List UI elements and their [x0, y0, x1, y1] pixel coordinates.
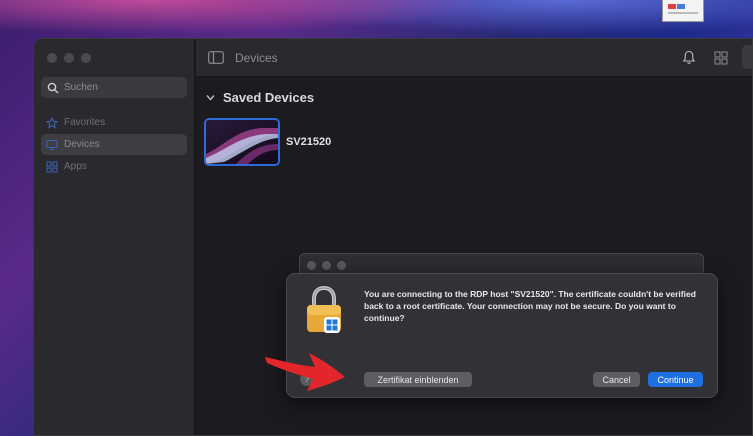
- sidebar-nav: Favorites Devices Apps: [41, 112, 187, 178]
- minimize-window-button[interactable]: [64, 53, 74, 63]
- toolbar: Devices: [196, 39, 752, 77]
- desktop-window-thumbnail[interactable]: [662, 0, 704, 22]
- search-field[interactable]: [41, 77, 187, 98]
- zoom-window-button[interactable]: [81, 53, 91, 63]
- window-control-dot: [307, 261, 316, 270]
- sidebar-item-label: Favorites: [64, 117, 106, 128]
- device-card[interactable]: SV21520: [204, 118, 331, 166]
- red-arrow-annotation: [265, 353, 345, 391]
- window-control-dot: [322, 261, 331, 270]
- search-icon: [47, 82, 59, 93]
- more-options-button[interactable]: [742, 45, 752, 69]
- sidebar-item-devices[interactable]: Devices: [41, 134, 187, 155]
- section-title: Saved Devices: [223, 90, 315, 105]
- sidebar-item-favorites[interactable]: Favorites: [41, 112, 187, 133]
- sidebar-toggle-icon[interactable]: [208, 51, 224, 64]
- bell-icon[interactable]: [682, 50, 696, 65]
- cancel-button[interactable]: Cancel: [593, 372, 640, 387]
- certificate-warning-dialog: You are connecting to the RDP host "SV21…: [286, 273, 718, 398]
- device-wallpaper-preview: [206, 120, 278, 164]
- grid-view-icon[interactable]: [714, 51, 728, 65]
- close-window-button[interactable]: [47, 53, 57, 63]
- show-certificate-button[interactable]: Zertifikat einblenden: [364, 372, 472, 387]
- window-control-dot: [337, 261, 346, 270]
- apps-grid-icon: [46, 161, 58, 172]
- continue-button[interactable]: Continue: [648, 372, 703, 387]
- sidebar: Favorites Devices Apps: [34, 39, 195, 435]
- device-thumbnail[interactable]: [204, 118, 280, 166]
- search-input[interactable]: [64, 82, 174, 93]
- star-icon: [46, 116, 58, 129]
- sidebar-item-apps[interactable]: Apps: [41, 156, 187, 177]
- chevron-down-icon: [206, 95, 215, 101]
- saved-devices-header[interactable]: Saved Devices: [205, 90, 314, 105]
- page-title: Devices: [235, 51, 278, 65]
- window-controls: [47, 53, 91, 63]
- lock-icon: [307, 286, 341, 333]
- device-name: SV21520: [286, 136, 332, 148]
- monitor-icon: [46, 139, 58, 150]
- sidebar-item-label: Apps: [64, 161, 87, 172]
- dialog-message: You are connecting to the RDP host "SV21…: [364, 289, 696, 323]
- sidebar-item-label: Devices: [64, 139, 100, 150]
